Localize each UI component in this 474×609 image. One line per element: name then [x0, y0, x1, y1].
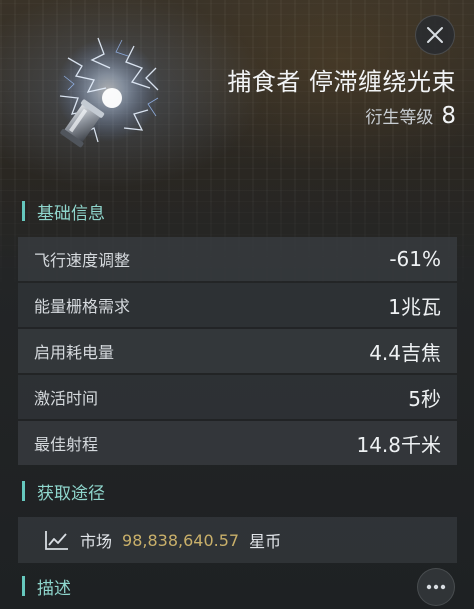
attribute-label: 能量栅格需求 — [34, 297, 131, 316]
tier-label: 衍生等级 — [365, 108, 434, 128]
market-source-row[interactable]: 市场 98,838,640.57 星币 — [18, 517, 457, 563]
attribute-value: 14.8千米 — [356, 432, 441, 457]
section-title: 获取途径 — [37, 483, 105, 504]
attribute-label: 启用耗电量 — [34, 343, 115, 362]
attribute-label: 激活时间 — [34, 389, 99, 408]
attribute-row: 启用耗电量 4.4吉焦 — [18, 329, 457, 373]
attribute-label: 飞行速度调整 — [34, 251, 131, 270]
section-description: 描述 — [22, 574, 71, 599]
item-title: 捕食者 停滞缠绕光束 — [227, 68, 456, 96]
more-options-button[interactable] — [417, 568, 455, 606]
attribute-row: 激活时间 5秒 — [18, 375, 457, 419]
close-icon — [427, 27, 443, 43]
close-button[interactable] — [415, 15, 455, 55]
section-basic-info: 基础信息 — [22, 199, 105, 224]
trend-chart-icon — [45, 531, 68, 550]
attribute-value: 5秒 — [408, 386, 441, 411]
attribute-value: 1兆瓦 — [388, 294, 441, 319]
attribute-value: 4.4吉焦 — [369, 340, 441, 365]
tier-value: 8 — [441, 103, 456, 129]
more-options-icon — [426, 584, 446, 590]
attribute-row: 飞行速度调整 -61% — [18, 237, 457, 281]
attribute-row: 能量栅格需求 1兆瓦 — [18, 283, 457, 327]
section-accent-bar — [22, 201, 25, 221]
attribute-label: 最佳射程 — [34, 435, 99, 454]
section-title: 描述 — [37, 578, 71, 599]
market-currency: 星币 — [249, 532, 282, 551]
attribute-value: -61% — [389, 247, 441, 271]
market-label: 市场 — [80, 532, 113, 551]
attribute-row: 最佳射程 14.8千米 — [18, 421, 457, 465]
attribute-list: 飞行速度调整 -61% 能量栅格需求 1兆瓦 启用耗电量 4.4吉焦 激活时间 … — [18, 237, 457, 467]
section-accent-bar — [22, 576, 25, 596]
tier-info: 衍生等级 8 — [365, 103, 456, 129]
market-price: 98,838,640.57 — [122, 530, 240, 550]
item-icon — [38, 18, 188, 168]
section-accent-bar — [22, 481, 25, 501]
section-acquire: 获取途径 — [22, 479, 105, 504]
section-title: 基础信息 — [37, 203, 105, 224]
